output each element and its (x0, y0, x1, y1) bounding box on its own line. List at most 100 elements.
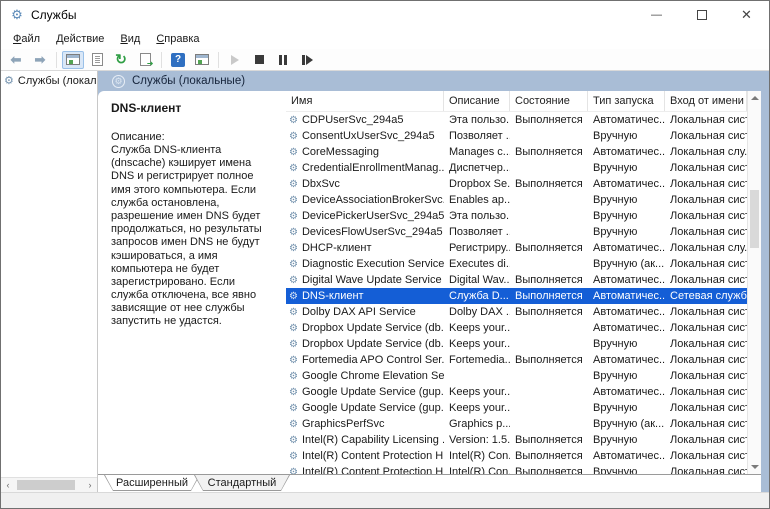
tree-item-services-local[interactable]: ⚙ Службы (локальн (1, 71, 97, 90)
column-header-2[interactable]: Состояние (510, 91, 588, 111)
table-row[interactable]: ⚙ConsentUxUserSvc_294a5Позволяет ...Вруч… (286, 128, 747, 144)
service-description-cell: Version: 1.5... (444, 434, 510, 446)
service-name-cell: ⚙CredentialEnrollmentManag... (286, 162, 444, 174)
view-tab-standard[interactable]: Стандартный (194, 475, 290, 491)
service-gear-icon: ⚙ (289, 275, 298, 286)
table-row[interactable]: ⚙Diagnostic Execution ServiceExecutes di… (286, 256, 747, 272)
panel-title: Службы (локальные) (132, 75, 245, 87)
table-row[interactable]: ⚙DeviceAssociationBrokerSvc...Enables ap… (286, 192, 747, 208)
service-logon-cell: Локальная сист... (665, 178, 747, 190)
start-service-icon[interactable] (224, 51, 246, 69)
service-description-cell: Служба D... (444, 290, 510, 302)
service-startup-cell: Автоматичес... (588, 178, 665, 190)
table-row[interactable]: ⚙Dolby DAX API ServiceDolby DAX ...Выпол… (286, 304, 747, 320)
restart-service-icon[interactable] (296, 51, 318, 69)
scroll-track[interactable] (748, 105, 761, 460)
list-vertical-scrollbar[interactable] (747, 91, 761, 474)
service-name-cell: ⚙Dropbox Update Service (db... (286, 322, 444, 334)
scroll-down-icon[interactable] (748, 460, 761, 474)
scroll-left-icon[interactable]: ‹ (1, 480, 15, 490)
service-startup-cell: Вручную (588, 194, 665, 206)
service-startup-cell: Автоматичес... (588, 290, 665, 302)
service-startup-cell: Вручную (ак... (588, 258, 665, 270)
scroll-right-icon[interactable]: › (83, 480, 97, 490)
service-gear-icon: ⚙ (289, 323, 298, 334)
service-description-cell: Manages c... (444, 146, 510, 158)
service-description-cell: Позволяет ... (444, 226, 510, 238)
table-row[interactable]: ⚙DevicePickerUserSvc_294a5Эта пользо...В… (286, 208, 747, 224)
service-name-cell: ⚙Fortemedia APO Control Ser... (286, 354, 444, 366)
table-row[interactable]: ⚙DHCP-клиентРегистриру...ВыполняетсяАвто… (286, 240, 747, 256)
service-gear-icon: ⚙ (289, 339, 298, 350)
back-icon[interactable]: ⬅ (5, 51, 27, 69)
menu-item-2[interactable]: Вид (112, 31, 148, 47)
menu-item-3[interactable]: Справка (148, 31, 207, 47)
table-row[interactable]: ⚙DbxSvcDropbox Se...ВыполняетсяАвтоматич… (286, 176, 747, 192)
service-logon-cell: Локальная сист... (665, 386, 747, 398)
table-row[interactable]: ⚙Google Chrome Elevation Se...ВручнуюЛок… (286, 368, 747, 384)
service-startup-cell: Автоматичес... (588, 114, 665, 126)
service-status-cell: Выполняется (510, 178, 588, 190)
table-row[interactable]: ⚙Intel(R) Content Protection H...Intel(R… (286, 448, 747, 464)
service-gear-icon: ⚙ (289, 179, 298, 190)
table-row[interactable]: ⚙GraphicsPerfSvcGraphics p...Вручную (ак… (286, 416, 747, 432)
table-row[interactable]: ⚙Intel(R) Capability Licensing ...Versio… (286, 432, 747, 448)
column-header-4[interactable]: Вход от имени (665, 91, 747, 111)
extended-description-pane: DNS-клиент Описание: Служба DNS-клиента … (98, 91, 286, 474)
show-action-pane-icon[interactable] (191, 51, 213, 69)
column-header-3[interactable]: Тип запуска (588, 91, 665, 111)
service-name-cell: ⚙Intel(R) Content Protection H... (286, 466, 444, 474)
table-row[interactable]: ⚙CoreMessagingManages c...ВыполняетсяАвт… (286, 144, 747, 160)
maximize-icon[interactable] (679, 1, 724, 29)
service-logon-cell: Локальная сист... (665, 258, 747, 270)
main-panel: ⚙ Службы (локальные) DNS-клиент Описание… (98, 71, 769, 492)
table-row[interactable]: ⚙Dropbox Update Service (db...Keeps your… (286, 336, 747, 352)
service-description-cell: Graphics p... (444, 418, 510, 430)
table-row[interactable]: ⚙Google Update Service (gup...Keeps your… (286, 384, 747, 400)
service-description-cell: Digital Wav... (444, 274, 510, 286)
service-name-cell: ⚙GraphicsPerfSvc (286, 418, 444, 430)
close-icon[interactable]: ✕ (724, 1, 769, 29)
table-row[interactable]: ⚙Digital Wave Update ServiceDigital Wav.… (286, 272, 747, 288)
scroll-thumb[interactable] (17, 480, 75, 490)
table-row[interactable]: ⚙Intel(R) Content Protection H...Intel(R… (286, 464, 747, 474)
menu-item-0[interactable]: Файл (5, 31, 48, 47)
service-status-cell: Выполняется (510, 354, 588, 366)
view-tab-extended[interactable]: Расширенный (104, 475, 200, 491)
table-row[interactable]: ⚙DNS-клиентСлужба D...ВыполняетсяАвтомат… (286, 288, 747, 304)
service-startup-cell: Вручную (588, 466, 665, 474)
menu-item-1[interactable]: Действие (48, 31, 112, 47)
minimize-icon[interactable]: — (634, 1, 679, 29)
table-row[interactable]: ⚙CredentialEnrollmentManag...Диспетчер..… (286, 160, 747, 176)
table-row[interactable]: ⚙Dropbox Update Service (db...Keeps your… (286, 320, 747, 336)
forward-icon[interactable]: ➡ (29, 51, 51, 69)
show-console-tree-icon[interactable] (62, 51, 84, 69)
service-gear-icon: ⚙ (289, 227, 298, 238)
scroll-up-icon[interactable] (748, 91, 761, 105)
service-startup-cell: Автоматичес... (588, 306, 665, 318)
table-row[interactable]: ⚙DevicesFlowUserSvc_294a5Позволяет ...Вр… (286, 224, 747, 240)
column-header-0[interactable]: Имя (286, 91, 444, 111)
pause-service-icon[interactable] (272, 51, 294, 69)
table-row[interactable]: ⚙Fortemedia APO Control Ser...Fortemedia… (286, 352, 747, 368)
services-window: ⚙ Службы — ✕ ФайлДействиеВидСправка ⬅➡↻?… (0, 0, 770, 509)
table-row[interactable]: ⚙CDPUserSvc_294a5Эта пользо...Выполняетс… (286, 112, 747, 128)
properties-icon[interactable] (86, 51, 108, 69)
refresh-icon[interactable]: ↻ (110, 51, 132, 69)
service-gear-icon: ⚙ (289, 291, 298, 302)
service-startup-cell: Вручную (588, 338, 665, 350)
service-status-cell: Выполняется (510, 242, 588, 254)
service-name-cell: ⚙CoreMessaging (286, 146, 444, 158)
stop-service-icon[interactable] (248, 51, 270, 69)
export-list-icon[interactable] (134, 51, 156, 69)
help-icon[interactable]: ? (167, 51, 189, 69)
service-gear-icon: ⚙ (289, 243, 298, 254)
menubar: ФайлДействиеВидСправка (1, 29, 769, 49)
table-row[interactable]: ⚙Google Update Service (gup...Keeps your… (286, 400, 747, 416)
service-gear-icon: ⚙ (289, 259, 298, 270)
tree-horizontal-scrollbar[interactable]: ‹ › (1, 477, 97, 492)
scroll-thumb[interactable] (750, 190, 759, 248)
column-header-1[interactable]: Описание (444, 91, 510, 111)
scroll-track[interactable] (15, 478, 83, 492)
list-header-row: ИмяОписаниеСостояниеТип запускаВход от и… (286, 91, 747, 112)
